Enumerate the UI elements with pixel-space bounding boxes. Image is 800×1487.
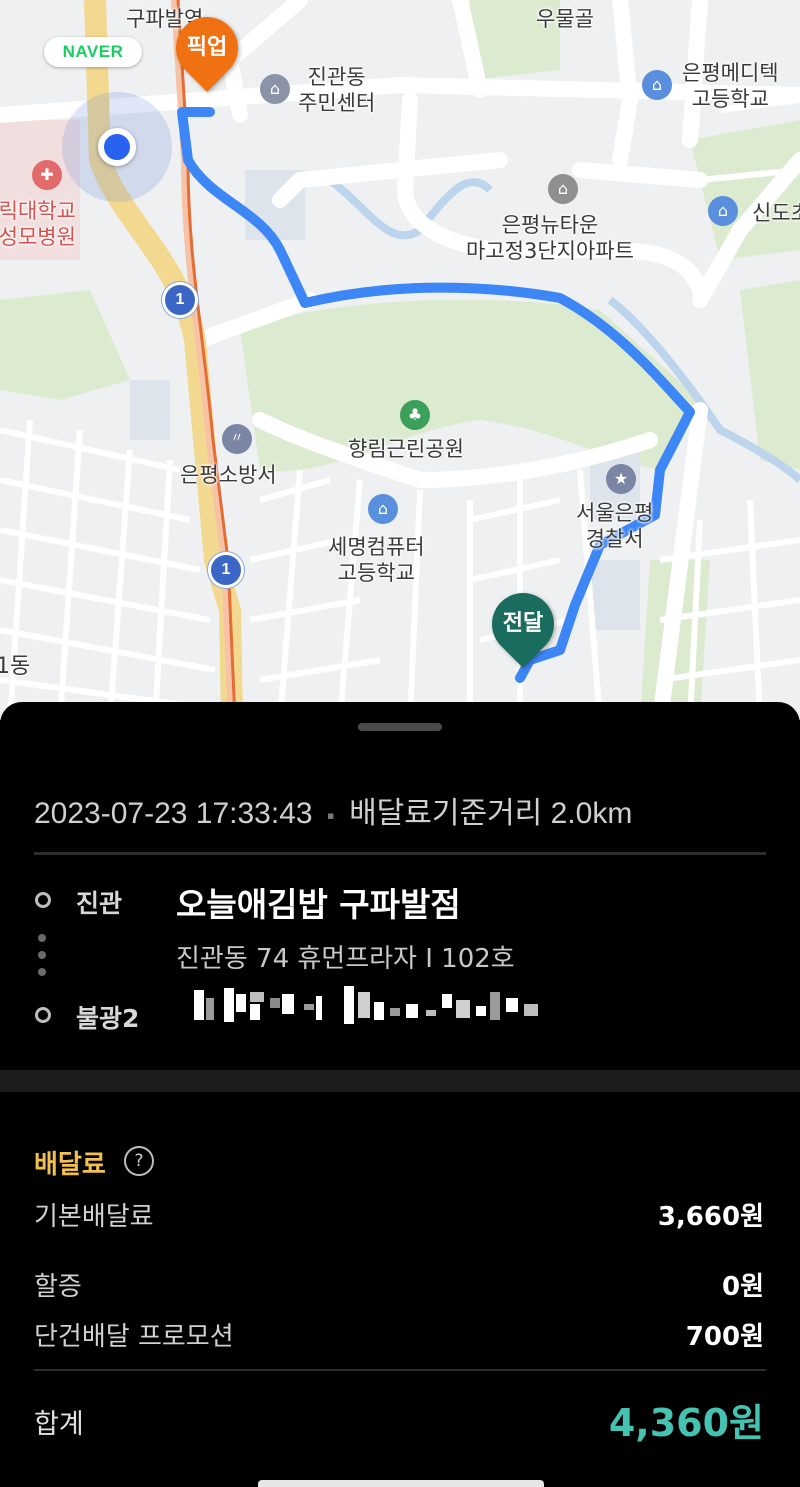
total-value: 4,360원: [608, 1401, 764, 1445]
pickup-pin-label: 픽업: [186, 35, 228, 60]
masked-dropoff-address: [194, 986, 538, 1024]
park-icon: ♣: [400, 400, 430, 430]
fee-label-promotion: 단건배달 프로모션: [34, 1322, 234, 1352]
dropoff-area: 불광2: [76, 1004, 140, 1033]
sheet-drag-handle[interactable]: [358, 723, 442, 731]
route-connector-dot: [38, 968, 46, 976]
fee-value-surcharge: 0원: [721, 1272, 764, 1302]
label-newtown-apartment: 은평뉴타운 마고정3단지아파트: [466, 213, 634, 263]
label-sindo: 신도초: [752, 201, 800, 225]
delivery-distance: 배달료기준거리 2.0km: [349, 797, 633, 830]
fee-label-base: 기본배달료: [34, 1202, 154, 1232]
label-hyangnim-park: 향림근린공원: [348, 437, 464, 461]
label-jingwan-community-center: 진관동 주민센터: [298, 65, 376, 115]
route-connector-dot: [38, 951, 46, 959]
current-location-icon: [62, 92, 172, 202]
fee-value-base: 3,660원: [657, 1202, 764, 1232]
help-icon[interactable]: ?: [124, 1146, 154, 1176]
pickup-dot-icon: [35, 892, 51, 908]
label-dong: 1동: [0, 654, 31, 679]
delivery-route-map[interactable]: NAVER 구파발역 우물골 진관동 주민센터 은평메디텍 고등학교 가톨릭대학…: [0, 0, 800, 720]
label-police-station: 서울은평 경찰서: [576, 501, 654, 551]
meta-separator: ▪: [326, 803, 335, 828]
dropoff-dot-icon: [35, 1007, 51, 1023]
road-shield-route: 1: [208, 552, 244, 588]
divider: [34, 852, 766, 855]
route-connector-dot: [38, 934, 46, 942]
dropoff-pin-label: 전달: [502, 611, 544, 636]
label-eunpyeong-fire-station: 은평소방서: [180, 463, 277, 487]
pickup-area: 진관: [76, 889, 123, 918]
label-umulgol: 우물골: [536, 7, 594, 31]
fire-station-icon: 〃: [222, 424, 252, 454]
total-label: 합계: [34, 1409, 84, 1440]
delivery-fee-title: 배달료: [34, 1150, 106, 1180]
pickup-address: 진관동 74 휴먼프라자 I 102호: [176, 944, 515, 974]
order-detail-sheet: 2023-07-23 17:33:43 ▪ 배달료기준거리 2.0km 진관 오…: [0, 702, 800, 1487]
section-separator: [0, 1070, 800, 1092]
school-icon: ⌂: [708, 196, 738, 226]
police-icon: ★: [606, 464, 636, 494]
store-name: 오늘애김밥 구파발점: [176, 885, 461, 924]
label-catholic-hospital: 가톨릭대학교 은평성모병원: [0, 199, 76, 249]
divider: [34, 1369, 766, 1371]
school-icon: ⌂: [642, 70, 672, 100]
order-meta: 2023-07-23 17:33:43 ▪ 배달료기준거리 2.0km: [34, 788, 632, 832]
hospital-icon: ✚: [32, 160, 62, 190]
building-icon: ⌂: [260, 74, 290, 104]
fee-value-promotion: 700원: [685, 1322, 764, 1352]
label-eunpyeong-meditech-hs: 은평메디텍 고등학교: [682, 61, 779, 111]
label-semyeong-computer-hs: 세명컴퓨터 고등학교: [328, 535, 425, 585]
school-icon: ⌂: [368, 494, 398, 524]
naver-logo: NAVER: [44, 37, 142, 67]
apartment-icon: ⌂: [548, 174, 578, 204]
road-shield-route: 1: [162, 282, 198, 318]
order-timestamp: 2023-07-23 17:33:43: [34, 797, 313, 830]
fee-label-surcharge: 할증: [34, 1272, 82, 1302]
home-indicator[interactable]: [258, 1480, 544, 1487]
